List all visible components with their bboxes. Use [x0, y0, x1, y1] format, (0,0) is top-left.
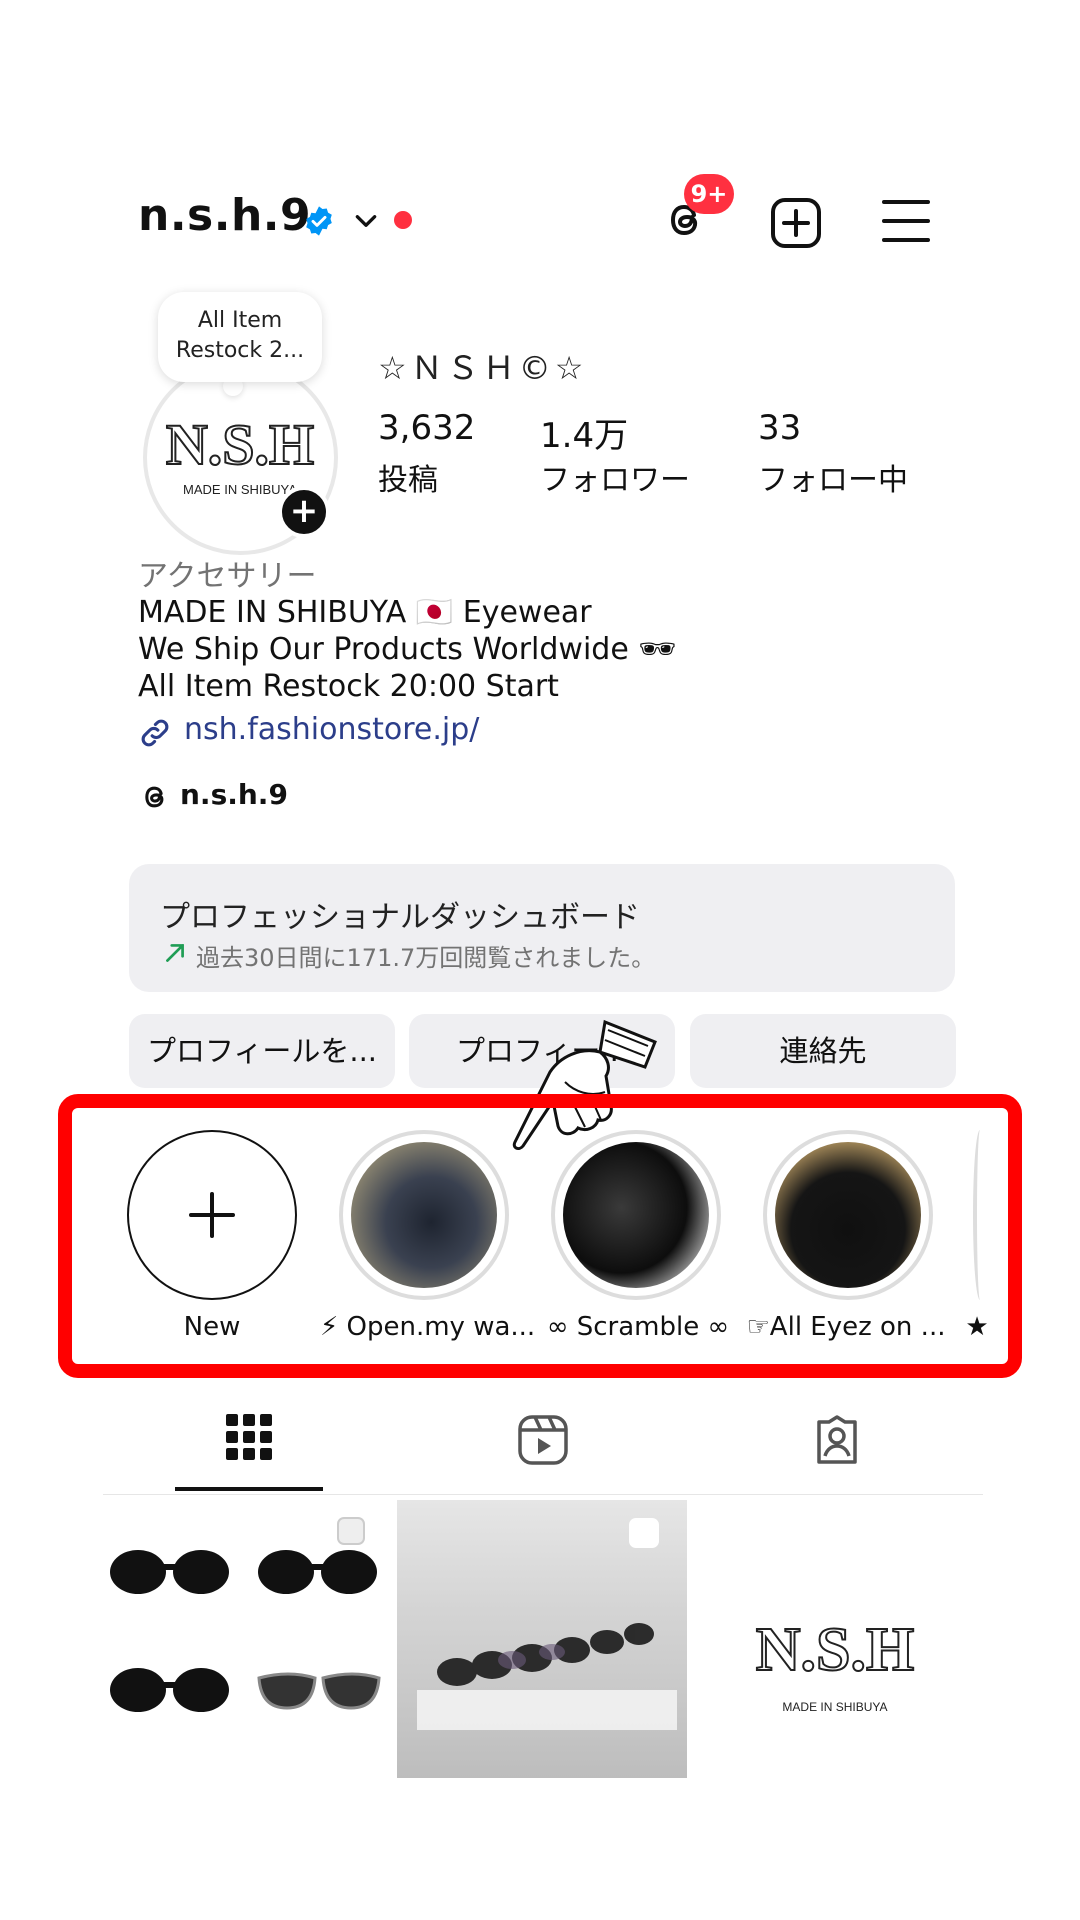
tagged-tab-icon[interactable]	[811, 1414, 863, 1466]
nsh-logo-post-image: N.S.H	[755, 1615, 915, 1685]
svg-text:N.S.H: N.S.H	[756, 1616, 914, 1684]
contact-button[interactable]: 連絡先	[690, 1014, 956, 1088]
trend-up-icon	[166, 944, 184, 962]
add-post-icon[interactable]	[770, 197, 822, 249]
chevron-down-icon[interactable]	[353, 208, 379, 234]
highlight-label-new: New	[183, 1312, 241, 1342]
highlight-partial[interactable]	[973, 1130, 987, 1300]
followers-label[interactable]: フォロワー	[540, 455, 690, 499]
bio-line-3: All Item Restock 20:00 Start	[138, 669, 559, 704]
grid-post-display-case[interactable]	[397, 1500, 687, 1778]
dashboard-title: プロフェッショナルダッシュボード	[160, 900, 640, 935]
profile-note[interactable]: All Item Restock 2...	[158, 292, 322, 382]
edit-profile-button[interactable]: プロフィールを...	[129, 1014, 395, 1088]
grid-post-sunglasses[interactable]	[103, 1500, 395, 1778]
dashboard-subtitle: 過去30日間に171.7万回閲覧されました。	[196, 944, 656, 972]
grid-post-logo[interactable]: N.S.H MADE IN SHIBUYA	[689, 1500, 981, 1778]
threads-small-icon	[145, 786, 164, 808]
highlight-label-all-eyez: ☞All Eyez on ...	[746, 1312, 946, 1342]
add-story-icon[interactable]: +	[278, 486, 330, 538]
following-label[interactable]: フォロー中	[758, 455, 908, 499]
profile-link[interactable]: nsh.fashionstore.jp/	[184, 712, 479, 747]
grid-tab-icon[interactable]	[226, 1414, 272, 1460]
unread-dot	[394, 211, 412, 229]
notification-badge: 9+	[684, 174, 734, 214]
display-case-image	[417, 1518, 677, 1730]
sunglasses-collage-image	[110, 1517, 381, 1712]
followers-count[interactable]: 1.4万	[540, 408, 628, 457]
highlight-thumbnail	[351, 1142, 497, 1288]
highlight-label-scramble: ∞ Scramble ∞	[546, 1312, 730, 1342]
posts-count[interactable]: 3,632	[378, 408, 475, 448]
svg-text:MADE IN SHIBUYA: MADE IN SHIBUYA	[183, 482, 297, 497]
link-icon	[141, 719, 169, 747]
highlight-label-open-my-wa: ⚡ Open.my wa...	[320, 1312, 536, 1342]
highlight-all-eyez[interactable]	[763, 1130, 933, 1300]
following-count[interactable]: 33	[758, 408, 801, 448]
highlight-label-star: ★	[965, 1312, 989, 1342]
reels-tab-icon[interactable]	[517, 1414, 569, 1466]
threads-handle[interactable]: n.s.h.9	[180, 778, 288, 811]
tab-divider	[103, 1494, 983, 1495]
active-tab-indicator	[175, 1487, 323, 1491]
logo-post-tagline: MADE IN SHIBUYA	[782, 1700, 888, 1714]
posts-label[interactable]: 投稿	[378, 455, 438, 499]
bio-line-1: MADE IN SHIBUYA 🇯🇵 Eyewear	[138, 595, 592, 630]
new-highlight-button[interactable]	[127, 1130, 297, 1300]
hamburger-menu-icon[interactable]	[882, 198, 930, 244]
highlight-thumbnail	[563, 1142, 709, 1288]
svg-text:N.S.H: N.S.H	[166, 412, 314, 477]
verified-icon	[306, 206, 332, 236]
highlight-open-my-wa[interactable]	[339, 1130, 509, 1300]
profile-category: アクセサリー	[138, 559, 317, 594]
plus-icon	[189, 1192, 235, 1238]
profile-username[interactable]: n.s.h.9	[138, 190, 311, 241]
display-name: ☆ＮＳＨ©☆	[378, 349, 588, 387]
bio-line-2: We Ship Our Products Worldwide 🕶	[138, 632, 677, 667]
highlight-scramble[interactable]	[551, 1130, 721, 1300]
highlight-thumbnail	[775, 1142, 921, 1288]
